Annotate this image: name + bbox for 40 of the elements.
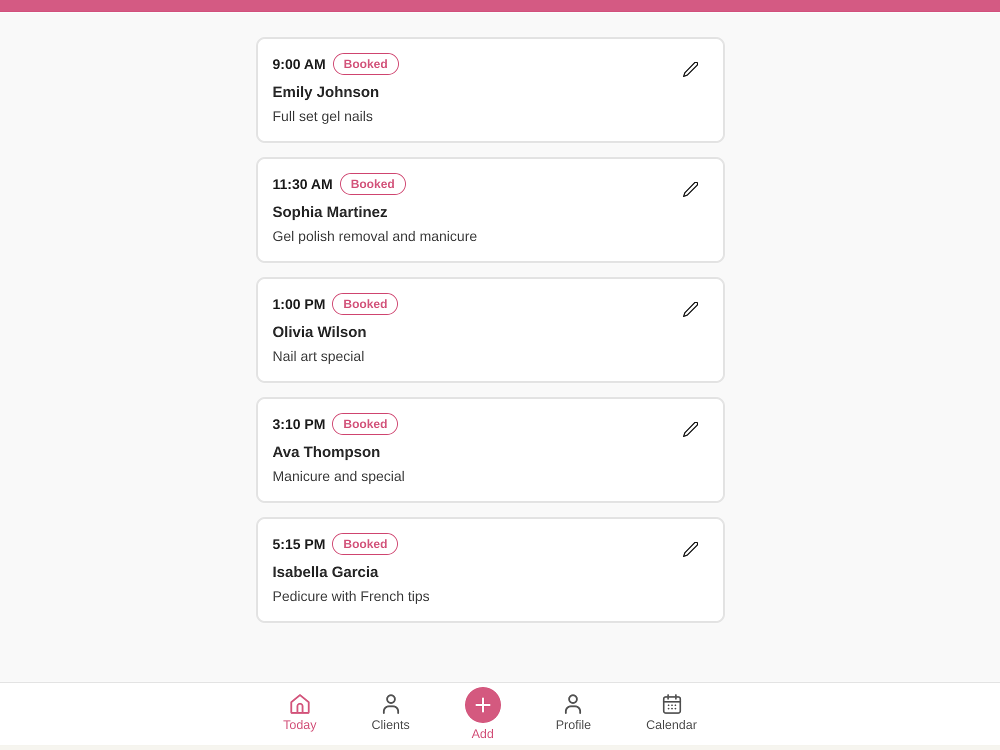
client-name: Sophia Martinez: [272, 203, 388, 223]
plus-icon: [464, 687, 501, 723]
pencil-icon: [683, 302, 698, 316]
status-badge: Booked: [332, 533, 398, 555]
client-name: Emily Johnson: [272, 83, 380, 103]
nav-tab[interactable]: Today: [283, 683, 316, 745]
appointment-time: 1:00 PM: [272, 296, 326, 312]
appointment-time: 11:30 AM: [272, 176, 333, 192]
edit-button[interactable]: [680, 299, 700, 319]
status-badge: Booked: [332, 413, 398, 435]
pencil-icon: [683, 182, 698, 196]
client-name: Ava Thompson: [272, 443, 380, 463]
status-badge: Booked: [332, 53, 399, 75]
pencil-icon: [683, 62, 698, 76]
pencil-icon: [683, 422, 698, 436]
status-badge: Booked: [340, 173, 406, 195]
nav-tab[interactable]: Profile: [556, 683, 592, 745]
service-description: Manicure and special: [272, 467, 405, 485]
service-description: Nail art special: [272, 347, 364, 365]
edit-button[interactable]: [680, 419, 700, 439]
service-description: Full set gel nails: [272, 107, 373, 125]
status-badge: Booked: [332, 293, 398, 315]
person-icon: [380, 694, 401, 714]
calendar-icon: [662, 694, 682, 714]
home-icon: [290, 694, 310, 714]
edit-button[interactable]: [680, 59, 700, 79]
client-name: Isabella Garcia: [272, 563, 378, 583]
appointment-time: 5:15 PM: [272, 536, 326, 552]
pencil-icon: [683, 542, 698, 556]
nav-tab[interactable]: Clients: [371, 683, 410, 745]
service-description: Pedicure with French tips: [272, 587, 430, 605]
client-name: Olivia Wilson: [272, 323, 367, 343]
service-description: Gel polish removal and manicure: [272, 227, 478, 245]
add-button[interactable]: Add: [464, 683, 501, 745]
appointment-time: 9:00 AM: [272, 56, 326, 72]
edit-button[interactable]: [680, 179, 700, 199]
edit-button[interactable]: [680, 539, 700, 559]
appointment-time: 3:10 PM: [272, 416, 326, 432]
person-icon: [563, 694, 584, 714]
nav-tab[interactable]: Calendar: [646, 683, 697, 745]
